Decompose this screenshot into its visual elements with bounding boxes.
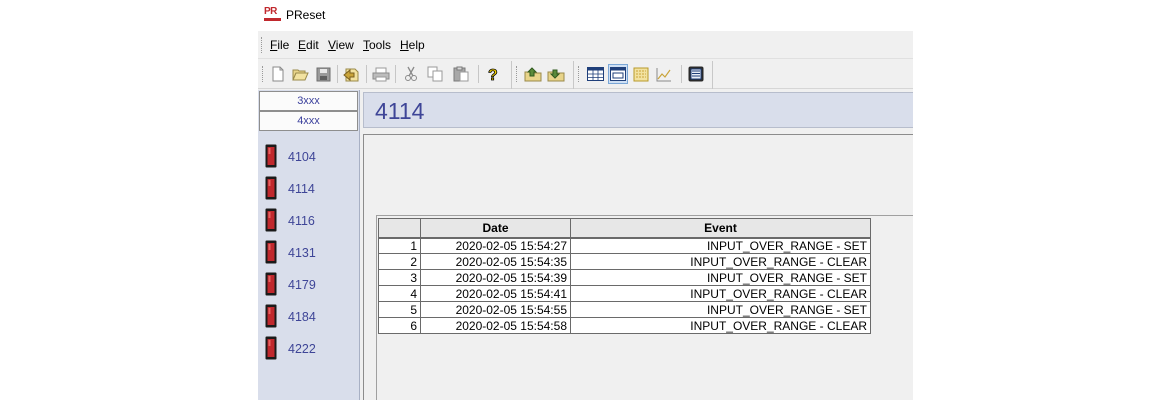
menu-bar: File Edit View Tools Help xyxy=(258,31,913,58)
device-sidebar: 3xxx 4xxx 4104 4114 4116 4131 4179 4184 xyxy=(258,90,360,400)
table-row[interactable]: 2 2020-02-05 15:54:35 INPUT_OVER_RANGE -… xyxy=(378,253,871,270)
menu-file[interactable]: File xyxy=(270,38,289,52)
logo-text: PR xyxy=(264,6,277,17)
group-tab-4xxx[interactable]: 4xxx xyxy=(259,111,358,131)
help-icon[interactable]: ? xyxy=(483,64,503,84)
table-row[interactable]: 6 2020-02-05 15:54:58 INPUT_OVER_RANGE -… xyxy=(378,317,871,334)
device-module-icon xyxy=(265,272,277,296)
chart-icon[interactable] xyxy=(654,64,674,84)
content-header: 4114 xyxy=(363,92,913,128)
device-view-icon[interactable] xyxy=(608,64,628,84)
column-header-index[interactable] xyxy=(378,218,421,239)
row-event: INPUT_OVER_RANGE - SET xyxy=(570,269,871,286)
device-label: 4104 xyxy=(288,150,316,164)
row-date: 2020-02-05 15:54:58 xyxy=(420,317,571,334)
device-label: 4184 xyxy=(288,310,316,324)
device-label: 4222 xyxy=(288,342,316,356)
row-date: 2020-02-05 15:54:35 xyxy=(420,253,571,270)
monitor-icon[interactable] xyxy=(631,64,651,84)
table-row[interactable]: 1 2020-02-05 15:54:27 INPUT_OVER_RANGE -… xyxy=(378,237,871,254)
device-item-4222[interactable]: 4222 xyxy=(265,336,355,362)
event-log-table: Date Event 1 2020-02-05 15:54:27 INPUT_O… xyxy=(378,218,871,334)
device-title: 4114 xyxy=(375,98,425,124)
device-item-4116[interactable]: 4116 xyxy=(265,208,355,234)
device-label: 4131 xyxy=(288,246,316,260)
column-header-date[interactable]: Date xyxy=(420,218,571,239)
grid-view-icon[interactable] xyxy=(585,64,605,84)
group-tab-3xxx[interactable]: 3xxx xyxy=(259,91,358,111)
device-item-4179[interactable]: 4179 xyxy=(265,272,355,298)
device-module-icon xyxy=(265,336,277,360)
row-date: 2020-02-05 15:54:27 xyxy=(420,237,571,254)
print-icon[interactable] xyxy=(371,64,391,84)
new-icon[interactable] xyxy=(268,64,288,84)
device-item-4131[interactable]: 4131 xyxy=(265,240,355,266)
device-module-icon xyxy=(265,144,277,168)
cut-icon[interactable] xyxy=(401,64,421,84)
menu-view[interactable]: View xyxy=(328,38,354,52)
row-event: INPUT_OVER_RANGE - CLEAR xyxy=(570,253,871,270)
window-title: PReset xyxy=(286,8,326,22)
row-event: INPUT_OVER_RANGE - CLEAR xyxy=(570,317,871,334)
save-icon[interactable] xyxy=(313,64,333,84)
row-date: 2020-02-05 15:54:39 xyxy=(420,269,571,286)
upload-icon[interactable] xyxy=(523,64,543,84)
row-event: INPUT_OVER_RANGE - CLEAR xyxy=(570,285,871,302)
pr-logo: PR xyxy=(264,7,281,24)
row-index: 4 xyxy=(378,285,421,302)
row-index: 6 xyxy=(378,317,421,334)
row-index: 1 xyxy=(378,237,421,254)
row-date: 2020-02-05 15:54:41 xyxy=(420,285,571,302)
toolbar: ? xyxy=(258,58,913,89)
open-icon[interactable] xyxy=(290,64,310,84)
app-window: PR PReset File Edit View Tools Help ? 3x… xyxy=(258,0,913,400)
device-item-4114[interactable]: 4114 xyxy=(265,176,355,202)
device-module-icon xyxy=(265,304,277,328)
device-module-icon xyxy=(265,240,277,264)
row-index: 5 xyxy=(378,301,421,318)
display-icon[interactable] xyxy=(686,64,706,84)
menu-edit[interactable]: Edit xyxy=(298,38,319,52)
menu-help[interactable]: Help xyxy=(400,38,425,52)
paste-icon[interactable] xyxy=(451,64,471,84)
wizard-icon[interactable] xyxy=(342,64,362,84)
row-event: INPUT_OVER_RANGE - SET xyxy=(570,237,871,254)
title-bar: PR PReset xyxy=(258,0,913,31)
table-row[interactable]: 4 2020-02-05 15:54:41 INPUT_OVER_RANGE -… xyxy=(378,285,871,302)
device-label: 4116 xyxy=(288,214,315,228)
device-item-4104[interactable]: 4104 xyxy=(265,144,355,170)
table-row[interactable]: 5 2020-02-05 15:54:55 INPUT_OVER_RANGE -… xyxy=(378,301,871,318)
device-label: 4114 xyxy=(288,182,315,196)
svg-text:?: ? xyxy=(488,67,498,83)
copy-icon[interactable] xyxy=(425,64,445,84)
row-event: INPUT_OVER_RANGE - SET xyxy=(570,301,871,318)
device-label: 4179 xyxy=(288,278,316,292)
table-row[interactable]: 3 2020-02-05 15:54:39 INPUT_OVER_RANGE -… xyxy=(378,269,871,286)
device-item-4184[interactable]: 4184 xyxy=(265,304,355,330)
table-header-row: Date Event xyxy=(378,218,871,239)
row-index: 2 xyxy=(378,253,421,270)
row-date: 2020-02-05 15:54:55 xyxy=(420,301,571,318)
device-module-icon xyxy=(265,176,277,200)
device-module-icon xyxy=(265,208,277,232)
download-icon[interactable] xyxy=(546,64,566,84)
row-index: 3 xyxy=(378,269,421,286)
menubar-grip[interactable] xyxy=(261,37,263,53)
menu-tools[interactable]: Tools xyxy=(363,38,391,52)
column-header-event[interactable]: Event xyxy=(570,218,871,239)
